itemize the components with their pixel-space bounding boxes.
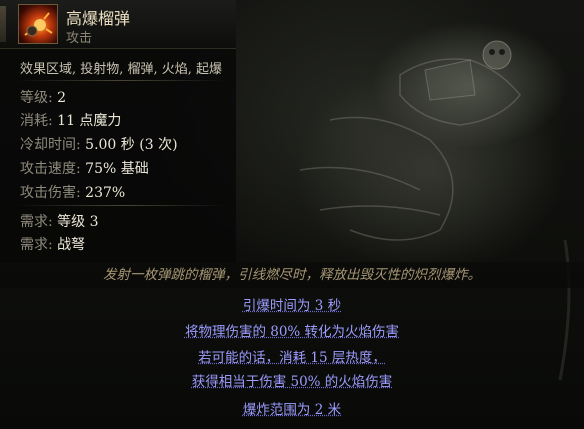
skill-name: 高爆榴弹	[66, 9, 131, 28]
modifier-text[interactable]: 将物理伤害的 80% 转化为火焰伤害	[185, 324, 399, 340]
stat-cooldown: 冷却时间: 5.00 秒 (3 次)	[20, 134, 178, 154]
grenade-explosion-icon[interactable]	[18, 4, 58, 44]
explosion-glyph	[24, 12, 53, 37]
skill-tooltip: 高爆榴弹 攻击 效果区域, 投射物, 榴弹, 火焰, 起爆 等级: 2 消耗: …	[0, 0, 236, 263]
stat-label: 攻击伤害:	[20, 185, 81, 201]
modifier-text[interactable]: 引爆时间为 3 秒	[243, 298, 341, 314]
stat-label: 等级:	[20, 90, 53, 106]
stat-value: 11 点魔力	[57, 113, 122, 129]
stat-cost: 消耗: 11 点魔力	[20, 110, 121, 130]
stat-attack-damage: 攻击伤害: 237%	[20, 182, 125, 202]
requirement-value: 等级 3	[57, 214, 99, 230]
stat-value: 237%	[85, 185, 126, 201]
stat-value: 5.00 秒 (3 次)	[85, 137, 178, 153]
modifier-line: 获得相当于伤害 50% 的火焰伤害	[0, 370, 584, 390]
requirement-level: 需求: 等级 3	[20, 211, 99, 231]
stat-label: 攻击速度:	[20, 161, 81, 177]
requirement-weapon: 需求: 战弩	[20, 234, 85, 254]
tooltip-header: 高爆榴弹 攻击	[0, 0, 236, 49]
modifier-text[interactable]: 获得相当于伤害 50% 的火焰伤害	[192, 374, 393, 390]
header-ornament	[0, 6, 6, 42]
requirement-value: 战弩	[57, 237, 86, 253]
skill-description: 发射一枚弹跳的榴弹，引线燃尽时，释放出毁灭性的炽烈爆炸。	[0, 262, 584, 288]
requirement-label: 需求:	[20, 214, 53, 230]
requirement-label: 需求:	[20, 237, 53, 253]
skill-type: 攻击	[66, 31, 93, 46]
stat-attack-speed: 攻击速度: 75% 基础	[20, 158, 149, 178]
divider	[16, 205, 226, 206]
modifier-line: 爆炸范围为 2 米	[0, 398, 584, 418]
divider	[16, 80, 226, 81]
modifier-line: 将物理伤害的 80% 转化为火焰伤害	[0, 320, 584, 340]
modifier-text[interactable]: 爆炸范围为 2 米	[243, 402, 341, 418]
modifier-line: 引爆时间为 3 秒	[0, 294, 584, 314]
stat-value: 2	[57, 90, 67, 106]
stat-label: 消耗:	[20, 113, 53, 129]
stat-level: 等级: 2	[20, 87, 66, 107]
skill-modifiers: 引爆时间为 3 秒 将物理伤害的 80% 转化为火焰伤害 若可能的话，消耗 15…	[0, 290, 584, 429]
stat-label: 冷却时间:	[20, 137, 81, 153]
modifier-text[interactable]: 若可能的话，消耗 15 层热度，	[198, 350, 386, 366]
modifier-line: 若可能的话，消耗 15 层热度，	[0, 346, 584, 366]
stat-value: 75% 基础	[85, 161, 149, 177]
skill-tags: 效果区域, 投射物, 榴弹, 火焰, 起爆	[20, 62, 223, 77]
